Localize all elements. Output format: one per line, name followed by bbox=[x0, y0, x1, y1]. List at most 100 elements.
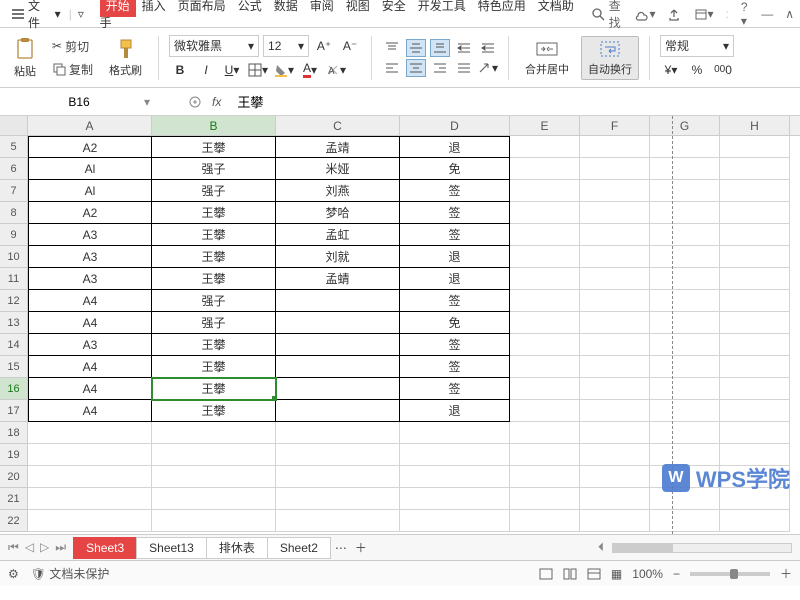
cell[interactable]: 王攀 bbox=[152, 224, 276, 246]
cell[interactable] bbox=[400, 466, 510, 488]
col-header-G[interactable]: G bbox=[650, 116, 720, 135]
cell[interactable] bbox=[510, 510, 580, 532]
cell[interactable] bbox=[510, 334, 580, 356]
search-button[interactable]: 查找 bbox=[591, 0, 632, 31]
zoom-slider[interactable] bbox=[690, 572, 770, 576]
cell[interactable] bbox=[152, 466, 276, 488]
cell[interactable] bbox=[580, 510, 650, 532]
collapse-ribbon-icon[interactable]: ∧ bbox=[785, 7, 794, 21]
align-right-button[interactable] bbox=[430, 59, 450, 77]
cell[interactable] bbox=[276, 378, 400, 400]
menu-tab-插入[interactable]: 插入 bbox=[136, 0, 172, 17]
file-menu-button[interactable]: 文件 ▾ bbox=[6, 0, 67, 33]
cell[interactable]: Al bbox=[28, 180, 152, 202]
cell[interactable]: 退 bbox=[400, 400, 510, 422]
zoom-in-button[interactable]: ＋ bbox=[780, 565, 792, 582]
cell[interactable] bbox=[510, 246, 580, 268]
zoom-out-button[interactable]: − bbox=[673, 567, 680, 581]
cell[interactable]: 王攀 bbox=[152, 334, 276, 356]
cell[interactable] bbox=[510, 180, 580, 202]
row-header[interactable]: 22 bbox=[0, 510, 28, 532]
menu-tab-页面布局[interactable]: 页面布局 bbox=[172, 0, 232, 17]
protect-status[interactable]: 🛡 文档未保护 bbox=[31, 565, 110, 582]
view-reading-icon[interactable] bbox=[587, 568, 601, 580]
font-color-button[interactable]: A▾ bbox=[299, 59, 321, 81]
view-custom-icon[interactable]: ▦ bbox=[611, 567, 622, 581]
cell[interactable]: 签 bbox=[400, 290, 510, 312]
cell[interactable]: A4 bbox=[28, 312, 152, 334]
cloud-sync-icon[interactable]: ▾ bbox=[634, 7, 656, 21]
cell[interactable] bbox=[720, 290, 790, 312]
sheet-tab[interactable]: 排休表 bbox=[206, 537, 268, 559]
cell[interactable] bbox=[580, 136, 650, 158]
align-left-button[interactable] bbox=[382, 59, 402, 77]
fill-color-button[interactable]: ▾ bbox=[273, 59, 295, 81]
col-header-B[interactable]: B bbox=[152, 116, 276, 135]
row-header[interactable]: 13 bbox=[0, 312, 28, 334]
sheet-tab[interactable]: Sheet2 bbox=[267, 537, 331, 559]
quick-dropdown[interactable]: ▿ bbox=[74, 5, 88, 23]
cell[interactable] bbox=[650, 378, 720, 400]
cell[interactable]: 退 bbox=[400, 136, 510, 158]
cell[interactable] bbox=[510, 400, 580, 422]
copy-button[interactable]: 复制 bbox=[48, 59, 97, 80]
orientation-button[interactable]: ▾ bbox=[478, 59, 498, 77]
cell[interactable] bbox=[28, 422, 152, 444]
cell[interactable] bbox=[720, 510, 790, 532]
cell[interactable]: A3 bbox=[28, 268, 152, 290]
cell[interactable] bbox=[510, 444, 580, 466]
cell[interactable]: 签 bbox=[400, 334, 510, 356]
cell[interactable]: A3 bbox=[28, 224, 152, 246]
row-header[interactable]: 16 bbox=[0, 378, 28, 400]
auto-wrap-button[interactable]: 自动换行 bbox=[581, 36, 639, 80]
row-header[interactable]: 6 bbox=[0, 158, 28, 180]
menu-tab-公式[interactable]: 公式 bbox=[232, 0, 268, 17]
cell[interactable] bbox=[650, 158, 720, 180]
fx-label[interactable]: fx bbox=[212, 95, 221, 109]
align-middle-button[interactable] bbox=[406, 39, 426, 57]
row-header[interactable]: 10 bbox=[0, 246, 28, 268]
number-format-select[interactable]: 常规▾ bbox=[660, 35, 734, 57]
cell[interactable] bbox=[720, 312, 790, 334]
cell[interactable] bbox=[510, 290, 580, 312]
scroll-left-button[interactable]: ⏴ bbox=[598, 540, 604, 555]
cell[interactable] bbox=[152, 488, 276, 510]
row-header[interactable]: 8 bbox=[0, 202, 28, 224]
menu-tab-特色应用[interactable]: 特色应用 bbox=[472, 0, 532, 17]
cell[interactable] bbox=[510, 312, 580, 334]
cell[interactable] bbox=[580, 422, 650, 444]
cell[interactable]: 强子 bbox=[152, 180, 276, 202]
cell[interactable] bbox=[400, 422, 510, 444]
row-header[interactable]: 12 bbox=[0, 290, 28, 312]
sheet-prev-button[interactable]: ◁ bbox=[25, 540, 34, 555]
cell[interactable] bbox=[580, 224, 650, 246]
cell[interactable] bbox=[720, 422, 790, 444]
cell[interactable] bbox=[276, 422, 400, 444]
formula-input[interactable] bbox=[231, 94, 631, 109]
comma-button[interactable]: 000 bbox=[712, 59, 734, 81]
col-header-A[interactable]: A bbox=[28, 116, 152, 135]
row-header[interactable]: 7 bbox=[0, 180, 28, 202]
row-header[interactable]: 5 bbox=[0, 136, 28, 158]
calendar-icon[interactable]: ▾ bbox=[694, 7, 714, 21]
cell[interactable]: A3 bbox=[28, 246, 152, 268]
decrease-font-button[interactable]: A⁻ bbox=[339, 35, 361, 57]
cell[interactable] bbox=[580, 202, 650, 224]
cell[interactable] bbox=[720, 180, 790, 202]
cell[interactable] bbox=[28, 510, 152, 532]
cell[interactable]: 王攀 bbox=[152, 356, 276, 378]
cell[interactable]: 米娅 bbox=[276, 158, 400, 180]
expand-formula-icon[interactable] bbox=[188, 95, 202, 109]
cell[interactable] bbox=[720, 356, 790, 378]
cell[interactable] bbox=[650, 268, 720, 290]
cell[interactable]: A2 bbox=[28, 136, 152, 158]
cell[interactable] bbox=[28, 488, 152, 510]
cell[interactable]: 免 bbox=[400, 158, 510, 180]
cut-button[interactable]: ✂剪切 bbox=[48, 36, 97, 57]
cell[interactable] bbox=[720, 202, 790, 224]
cell[interactable]: 强子 bbox=[152, 312, 276, 334]
cell[interactable] bbox=[510, 356, 580, 378]
cell[interactable] bbox=[650, 444, 720, 466]
align-bottom-button[interactable] bbox=[430, 39, 450, 57]
cell[interactable] bbox=[510, 378, 580, 400]
